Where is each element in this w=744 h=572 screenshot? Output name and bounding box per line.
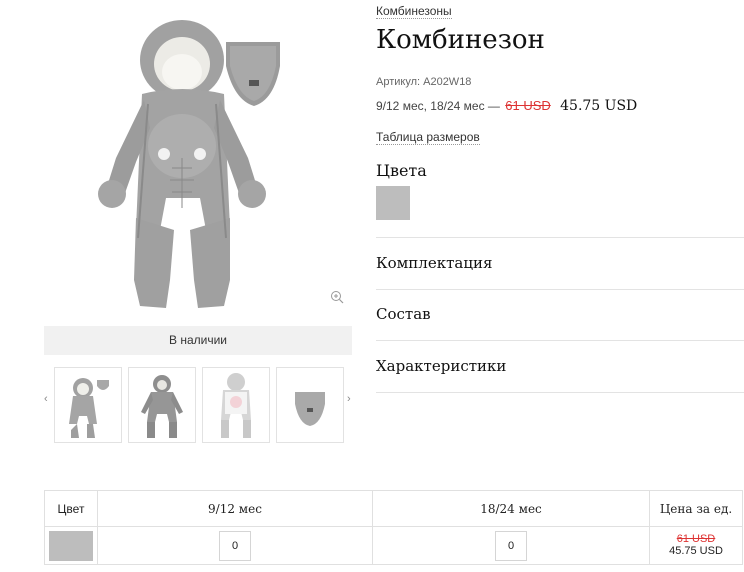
accordion-kit[interactable]: Комплектация: [376, 254, 492, 272]
thumb-prev-arrow[interactable]: ‹: [44, 393, 48, 405]
old-price: 61 USD: [505, 98, 551, 113]
thumbnail-4[interactable]: [276, 367, 344, 443]
table-header-row: Цвет 9/12 мес 18/24 мес Цена за ед.: [44, 490, 743, 527]
table-row: 0 0 61 USD 45.75 USD: [44, 526, 743, 565]
price-row: 9/12 мес, 18/24 мес — 61 USD 45.75 USD: [376, 98, 637, 114]
breadcrumb[interactable]: Комбинезоны: [376, 4, 452, 19]
thumbnail-1[interactable]: [54, 367, 122, 443]
divider: [376, 237, 744, 238]
row-price-cell: 61 USD 45.75 USD: [649, 526, 743, 565]
quantity-input[interactable]: 0: [219, 530, 251, 561]
thumb-next-arrow[interactable]: ›: [347, 393, 351, 405]
sku-label: Артикул: A202W18: [376, 76, 472, 88]
size-table-link[interactable]: Таблица размеров: [376, 130, 480, 145]
row-qty-cell-2: 0: [372, 526, 650, 565]
thumbnail-3[interactable]: [202, 367, 270, 443]
accordion-specs[interactable]: Характеристики: [376, 357, 506, 375]
header-size-2: 18/24 мес: [372, 490, 650, 527]
order-table: Цвет 9/12 мес 18/24 мес Цена за ед. 0 0 …: [44, 490, 743, 565]
quantity-input[interactable]: 0: [495, 530, 527, 561]
divider: [376, 392, 744, 393]
row-color-swatch: [49, 530, 93, 561]
row-old-price: 61 USD: [676, 533, 716, 545]
thumbnail-2[interactable]: [128, 367, 196, 443]
colors-title: Цвета: [376, 161, 427, 180]
color-swatch[interactable]: [376, 186, 410, 220]
row-qty-cell-1: 0: [97, 526, 373, 565]
row-new-price: 45.75 USD: [669, 545, 723, 557]
product-main-image[interactable]: [84, 8, 310, 314]
row-color-cell: [44, 526, 98, 565]
sizes-text: 9/12 мес, 18/24 мес —: [376, 99, 500, 113]
new-price: 45.75 USD: [560, 98, 638, 114]
header-color: Цвет: [44, 490, 98, 527]
accordion-composition[interactable]: Состав: [376, 305, 431, 323]
header-unit-price: Цена за ед.: [649, 490, 743, 527]
stock-status: В наличии: [44, 326, 352, 355]
page-title: Комбинезон: [376, 25, 545, 55]
zoom-icon[interactable]: [330, 290, 344, 304]
header-size-1: 9/12 мес: [97, 490, 373, 527]
divider: [376, 340, 744, 341]
divider: [376, 289, 744, 290]
